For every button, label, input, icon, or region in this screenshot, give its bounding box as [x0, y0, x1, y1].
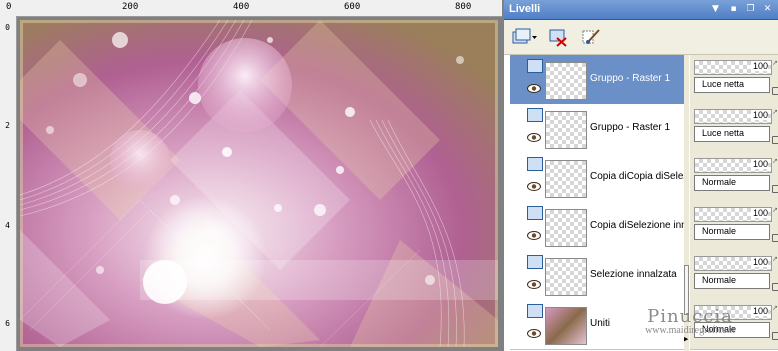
blend-mode-value: Luce netta	[702, 128, 745, 138]
layer-name-cell[interactable]: Gruppo - Raster 1	[510, 104, 684, 154]
layer-thumbnail	[545, 258, 587, 296]
blend-mode-value: Luce netta	[702, 79, 745, 89]
visibility-eye-icon[interactable]	[527, 329, 541, 338]
new-layer-button[interactable]	[510, 26, 538, 48]
blend-mode-select[interactable]: Luce netta	[694, 77, 770, 93]
layer-properties: 100 Normale ↗	[690, 251, 778, 301]
layer-thumbnail	[545, 111, 587, 149]
ruler-label: 400	[233, 2, 250, 12]
visibility-eye-icon[interactable]	[527, 182, 541, 191]
visibility-eye-icon[interactable]	[527, 280, 541, 289]
raster-layer-icon	[527, 157, 543, 171]
layer-thumbnail	[545, 160, 587, 198]
menu-icon[interactable]: ▪	[728, 4, 739, 15]
layer-thumbnail	[545, 307, 587, 345]
ruler-label: 800	[455, 2, 472, 12]
new-layer-icon	[512, 28, 537, 44]
ruler-label: 4	[5, 221, 10, 230]
pin-icon[interactable]: ▼	[710, 4, 721, 15]
layer-properties: 100 Normale ↗	[690, 153, 778, 203]
opacity-value: 100	[750, 110, 768, 120]
raster-layer-icon	[527, 59, 543, 73]
layers-toolbar	[504, 20, 778, 55]
ruler-label: 6	[5, 319, 10, 328]
ruler-label: 0	[6, 2, 12, 12]
blend-mode-value: Normale	[702, 226, 737, 236]
layer-properties: 100 Luce netta ↗	[690, 104, 778, 154]
layer-name: Selezione innalzata	[590, 269, 677, 280]
layer-row[interactable]: Gruppo - Raster 1 100 Luce netta ↗	[504, 55, 778, 105]
watermark-site: www.maidiregrafica.it	[645, 325, 735, 336]
watermark-name: Pinuccia	[647, 306, 733, 327]
ruler-label: 200	[122, 2, 139, 12]
layer-name: Copia diSelezione innal	[590, 220, 684, 231]
visibility-eye-icon[interactable]	[527, 231, 541, 240]
layer-name: Gruppo - Raster 1	[590, 73, 671, 84]
lock-icon[interactable]	[772, 332, 778, 340]
lock-icon[interactable]	[772, 87, 778, 95]
layer-properties: 100 Luce netta ↗	[690, 55, 778, 105]
blend-mode-value: Normale	[702, 177, 737, 187]
layer-name: Copia diCopia diSelezio	[590, 171, 684, 182]
layer-name-cell[interactable]: Copia diSelezione innal	[510, 202, 684, 252]
blend-mode-select[interactable]: Normale	[694, 224, 770, 240]
layer-name-cell[interactable]: Copia diCopia diSelezio	[510, 153, 684, 203]
layer-name-cell[interactable]: Selezione innalzata	[510, 251, 684, 301]
lock-icon[interactable]	[772, 234, 778, 242]
restore-icon[interactable]: ❐	[745, 4, 756, 15]
opacity-value: 100	[750, 61, 768, 71]
raster-layer-icon	[527, 255, 543, 269]
image-canvas-area[interactable]: 0 200 400 600 800 0 2 4 6	[0, 0, 502, 351]
layer-row[interactable]: Copia diCopia diSelezio 100 Normale ↗	[504, 153, 778, 203]
raster-layer-icon	[527, 108, 543, 122]
lock-icon[interactable]	[772, 185, 778, 193]
edit-brush-icon	[582, 29, 600, 44]
lock-icon[interactable]	[772, 136, 778, 144]
raster-layer-icon	[527, 206, 543, 220]
opacity-slider[interactable]: 100	[694, 256, 772, 271]
vertical-ruler: 0 2 4 6	[0, 16, 17, 351]
lock-icon[interactable]	[772, 283, 778, 291]
watermark: Pinuccia www.maidiregrafica.it	[614, 306, 766, 346]
layer-name: Gruppo - Raster 1	[590, 122, 671, 133]
delete-layer-icon	[549, 29, 567, 47]
panel-title-bar[interactable]: Livelli ▼ ▪ ❐ ✕	[504, 0, 778, 20]
ruler-label: 2	[5, 121, 10, 130]
edit-brush-button[interactable]	[580, 26, 602, 48]
artwork-image	[20, 20, 498, 347]
visibility-eye-icon[interactable]	[527, 84, 541, 93]
opacity-value: 100	[750, 159, 768, 169]
layer-thumbnail	[545, 209, 587, 247]
close-icon[interactable]: ✕	[762, 4, 773, 15]
layer-row[interactable]: Copia diSelezione innal 100 Normale ↗	[504, 202, 778, 252]
layers-panel: Livelli ▼ ▪ ❐ ✕ ▶ Gruppo - Raster 1 100 …	[504, 0, 778, 351]
opacity-value: 100	[750, 208, 768, 218]
blend-mode-select[interactable]: Normale	[694, 273, 770, 289]
horizontal-ruler: 0 200 400 600 800	[0, 0, 502, 17]
delete-layer-button[interactable]	[548, 26, 570, 48]
blend-mode-select[interactable]: Normale	[694, 175, 770, 191]
layer-properties: 100 Normale ↗	[690, 202, 778, 252]
visibility-eye-icon[interactable]	[527, 133, 541, 142]
raster-layer-icon	[527, 304, 543, 318]
blend-mode-select[interactable]: Luce netta	[694, 126, 770, 142]
panel-title: Livelli	[509, 3, 541, 15]
layer-row[interactable]: Selezione innalzata 100 Normale ↗	[504, 251, 778, 301]
opacity-slider[interactable]: 100	[694, 207, 772, 222]
ruler-label: 0	[5, 23, 10, 32]
opacity-slider[interactable]: 100	[694, 158, 772, 173]
opacity-value: 100	[750, 257, 768, 267]
layer-row[interactable]: Gruppo - Raster 1 100 Luce netta ↗	[504, 104, 778, 154]
opacity-slider[interactable]: 100	[694, 109, 772, 124]
layer-thumbnail	[545, 62, 587, 100]
layer-name-cell[interactable]: Gruppo - Raster 1	[510, 55, 684, 105]
opacity-slider[interactable]: 100	[694, 60, 772, 75]
ruler-label: 600	[344, 2, 361, 12]
blend-mode-value: Normale	[702, 275, 737, 285]
